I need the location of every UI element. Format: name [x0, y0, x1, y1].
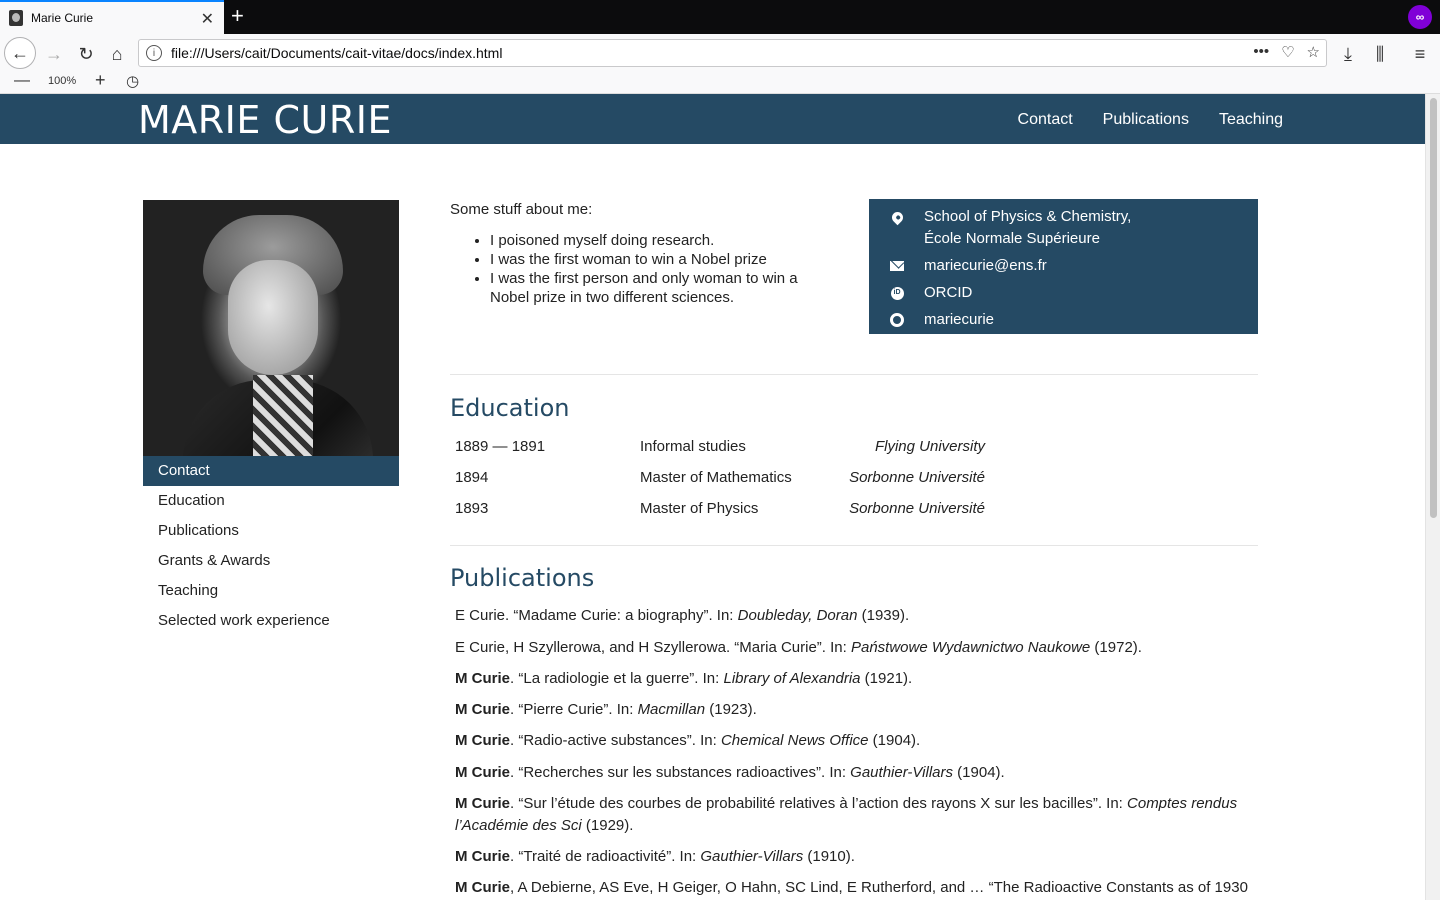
sidebar-item-contact[interactable]: Contact	[143, 456, 399, 486]
education-degree: Master of Physics	[640, 500, 759, 517]
url-bar[interactable]: i file:///Users/cait/Documents/cait-vita…	[138, 39, 1327, 67]
education-row: 1893 Master of Physics Sorbonne Universi…	[455, 500, 995, 531]
site-info-icon[interactable]: i	[146, 45, 162, 61]
private-browsing-icon: ∞	[1408, 5, 1432, 29]
zoom-out-button[interactable]: —	[14, 72, 30, 90]
publication-item: M Curie. “Pierre Curie”. In: Macmillan (…	[455, 701, 757, 718]
zoom-level[interactable]: 100%	[48, 75, 76, 87]
divider	[450, 374, 1258, 375]
education-row: 1894 Master of Mathematics Sorbonne Univ…	[455, 469, 995, 500]
publication-item: M Curie, A Debierne, AS Eve, H Geiger, O…	[455, 879, 1248, 896]
about-section: Some stuff about me: I poisoned myself d…	[450, 200, 830, 307]
email-link[interactable]: mariecurie@ens.fr	[924, 257, 1047, 274]
github-link[interactable]: mariecurie	[924, 311, 994, 328]
url-text[interactable]: file:///Users/cait/Documents/cait-vitae/…	[171, 45, 502, 61]
education-date: 1889 — 1891	[455, 438, 546, 455]
pocket-icon[interactable]: ♡	[1281, 43, 1294, 61]
bookmark-star-icon[interactable]: ☆	[1307, 43, 1320, 61]
sidebar-item-education[interactable]: Education	[143, 486, 399, 516]
profile-photo	[143, 200, 399, 456]
reload-button[interactable]: ↻	[72, 40, 100, 68]
contact-address: School of Physics & Chemistry, École Nor…	[869, 206, 1258, 250]
home-button[interactable]: ⌂	[103, 40, 131, 68]
contact-box: School of Physics & Chemistry, École Nor…	[869, 199, 1258, 334]
publication-item: M Curie. “Radio-active substances”. In: …	[455, 732, 921, 749]
sidebar-item-publications[interactable]: Publications	[143, 516, 399, 546]
zoom-in-button[interactable]: +	[95, 70, 106, 91]
education-institution: Sorbonne Université	[849, 469, 985, 486]
about-point: I poisoned myself doing research.	[490, 231, 830, 250]
education-date: 1893	[455, 500, 489, 517]
favicon-icon	[9, 10, 23, 26]
page-scrollbar[interactable]	[1425, 94, 1440, 900]
publications-heading: Publications	[450, 564, 595, 592]
about-intro: Some stuff about me:	[450, 201, 593, 218]
education-heading: Education	[450, 394, 570, 422]
scrollbar-thumb[interactable]	[1430, 98, 1437, 518]
sidebar-item-work-experience[interactable]: Selected work experience	[143, 606, 399, 636]
zoom-toolbar: — 100% + ◷	[0, 70, 1440, 94]
education-degree: Informal studies	[640, 438, 746, 455]
education-date: 1894	[455, 469, 489, 486]
address-line-1: School of Physics & Chemistry,	[924, 208, 1132, 225]
publication-item: M Curie. “Recherches sur les substances …	[455, 764, 1005, 781]
github-icon	[889, 312, 905, 328]
tab-bar: Marie Curie ✕ + ∞	[0, 0, 1440, 34]
forward-button[interactable]: →	[40, 40, 68, 68]
contact-orcid: iD ORCID	[869, 282, 1258, 304]
about-point: I was the first person and only woman to…	[490, 269, 830, 307]
address-line-2: École Normale Supérieure	[924, 230, 1100, 247]
back-button[interactable]: ←	[4, 37, 36, 69]
publication-item: E Curie, H Szyllerowa, and H Szyllerowa.…	[455, 639, 1142, 656]
publication-item: E Curie. “Madame Curie: a biography”. In…	[455, 607, 910, 624]
about-point: I was the first woman to win a Nobel pri…	[490, 250, 830, 269]
library-button[interactable]: ⫼	[1366, 40, 1394, 68]
history-icon[interactable]: ◷	[126, 72, 139, 90]
map-pin-icon	[889, 209, 905, 225]
education-institution: Flying University	[874, 438, 985, 455]
publication-item: M Curie. “Sur l’étude des courbes de pro…	[455, 795, 1238, 834]
publication-item: M Curie. “La radiologie et la guerre”. I…	[455, 670, 913, 687]
page-actions-icon[interactable]: •••	[1253, 43, 1269, 61]
sidebar-menu: Contact Education Publications Grants & …	[143, 456, 399, 636]
site-nav: Contact Publications Teaching	[1018, 111, 1283, 129]
site-title[interactable]: MARIE CURIE	[138, 98, 392, 142]
close-tab-icon[interactable]: ✕	[201, 9, 214, 29]
sidebar-item-grants-awards[interactable]: Grants & Awards	[143, 546, 399, 576]
sidebar-item-teaching[interactable]: Teaching	[143, 576, 399, 606]
new-tab-button[interactable]: +	[231, 3, 244, 29]
downloads-button[interactable]: ⤓	[1334, 40, 1362, 68]
nav-publications[interactable]: Publications	[1103, 111, 1189, 129]
envelope-icon	[889, 258, 905, 274]
site-header: MARIE CURIE Contact Publications Teachin…	[0, 94, 1425, 144]
orcid-icon: iD	[889, 285, 905, 301]
tab-title: Marie Curie	[31, 11, 94, 25]
contact-github: mariecurie	[869, 309, 1258, 331]
nav-teaching[interactable]: Teaching	[1219, 111, 1283, 129]
education-degree: Master of Mathematics	[640, 469, 792, 486]
orcid-link[interactable]: ORCID	[924, 284, 972, 301]
menu-button[interactable]: ≡	[1406, 40, 1434, 68]
navigation-toolbar: ← → ↻ ⌂ i file:///Users/cait/Documents/c…	[0, 34, 1440, 72]
publication-item: M Curie. “Traité de radioactivité”. In: …	[455, 848, 855, 865]
divider	[450, 545, 1258, 546]
contact-email: mariecurie@ens.fr	[869, 255, 1258, 277]
nav-contact[interactable]: Contact	[1018, 111, 1073, 129]
tab-marie-curie[interactable]: Marie Curie ✕	[0, 0, 224, 34]
about-list: I poisoned myself doing research. I was …	[450, 231, 830, 307]
education-row: 1889 — 1891 Informal studies Flying Univ…	[455, 438, 995, 469]
education-institution: Sorbonne Université	[849, 500, 985, 517]
web-page: MARIE CURIE Contact Publications Teachin…	[0, 94, 1425, 900]
